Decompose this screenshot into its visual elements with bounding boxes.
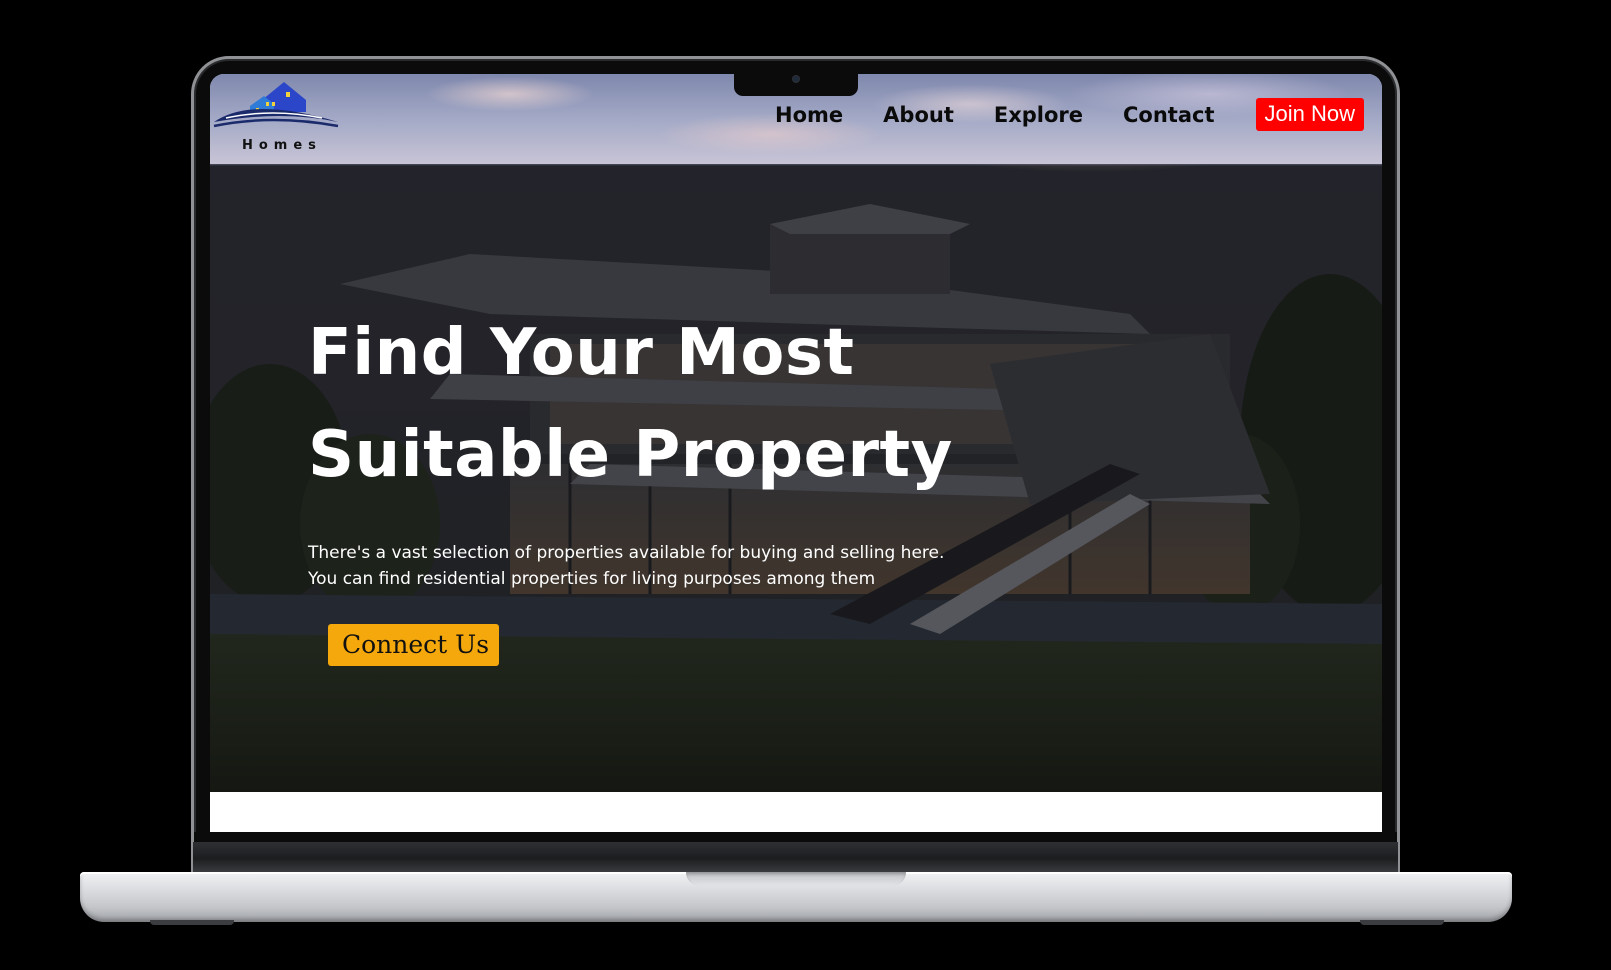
page-below-fold (210, 792, 1382, 832)
connect-us-button[interactable]: Connect Us (328, 624, 500, 666)
laptop-screen: Homes Home About Explore Contact Join No… (210, 74, 1382, 832)
hero-section: Homes Home About Explore Contact Join No… (210, 74, 1382, 792)
hero-title: Find Your Most Suitable Property (308, 302, 953, 506)
hero-title-line2: Suitable Property (308, 418, 953, 492)
hero-subtitle-line2: You can find residential properties for … (308, 569, 876, 589)
nav-home[interactable]: Home (775, 103, 843, 127)
screen-bezel-bottom (194, 832, 1397, 842)
nav-contact[interactable]: Contact (1123, 103, 1215, 127)
camera-notch (734, 74, 858, 96)
laptop-hinge (193, 842, 1398, 872)
hero-subtitle-line1: There's a vast selection of properties a… (308, 543, 945, 563)
nav-links: Home About Explore Contact Join Now (775, 98, 1382, 131)
homes-logo[interactable]: Homes (212, 78, 340, 154)
nav-explore[interactable]: Explore (994, 103, 1083, 127)
lid-opening-groove (686, 872, 906, 886)
webcam-icon (793, 76, 799, 82)
laptop-foot-right (1360, 920, 1444, 925)
house-logo-icon (213, 82, 339, 128)
hero-content: Find Your Most Suitable Property There's… (308, 302, 953, 592)
laptop-foot-left (150, 920, 234, 925)
device-stage: Homes Home About Explore Contact Join No… (0, 0, 1611, 970)
hero-subtitle: There's a vast selection of properties a… (308, 540, 953, 592)
logo-text: Homes (242, 138, 322, 153)
hero-title-line1: Find Your Most (308, 316, 855, 390)
join-now-button[interactable]: Join Now (1255, 98, 1364, 131)
nav-about[interactable]: About (883, 103, 954, 127)
laptop-base (80, 872, 1512, 922)
